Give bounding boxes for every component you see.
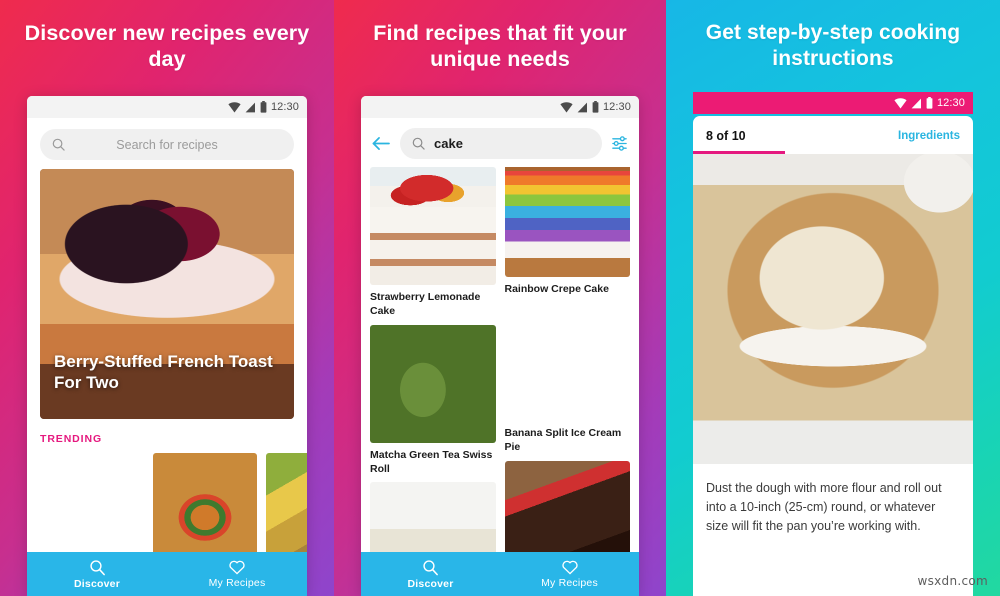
search-icon (89, 559, 105, 575)
signal-icon (577, 102, 587, 112)
nav-label: My Recipes (208, 577, 266, 589)
ingredients-link[interactable]: Ingredients (898, 130, 960, 142)
recipe-image (505, 303, 631, 421)
search-input[interactable]: cake (400, 128, 602, 159)
status-time: 12:30 (602, 101, 631, 113)
search-placeholder: Search for recipes (116, 137, 218, 152)
signal-icon (911, 98, 921, 108)
nav-label: My Recipes (541, 577, 598, 589)
status-time: 12:30 (936, 97, 965, 109)
step-counter: 8 of 10 (706, 129, 746, 143)
search-results-grid: Strawberry Lemonade Cake Matcha Green Te… (361, 167, 639, 552)
step-image (693, 154, 973, 464)
recipe-title: Matcha Green Tea Swiss Roll (370, 448, 493, 475)
nav-item-discover[interactable]: Discover (361, 559, 500, 590)
battery-icon (260, 101, 267, 113)
recipe-image (370, 482, 496, 552)
recipe-title: Rainbow Crepe Cake (504, 283, 609, 295)
panel-headline: Discover new recipes every day (24, 21, 310, 72)
trending-section-label: TRENDING (40, 433, 103, 445)
promo-panel-search: Find recipes that fit your unique needs … (334, 0, 666, 596)
wifi-icon (894, 97, 907, 108)
recipe-card[interactable]: Matcha Green Tea Swiss Roll (370, 324, 496, 477)
phone-mockup-discover: 12:30 Search for recipes Berry-Stuffed F… (27, 96, 307, 596)
bottom-navigation: Discover My Recipes (27, 552, 307, 596)
recipe-title: Strawberry Lemonade Cake (370, 291, 481, 317)
nav-item-discover[interactable]: Discover (27, 559, 167, 590)
recipe-title: Banana Split Ice Cream Pie (504, 426, 622, 453)
signal-icon (245, 102, 255, 112)
recipe-image (504, 460, 630, 552)
promo-panel-discover: Discover new recipes every day 12:30 Sea… (0, 0, 334, 596)
recipe-card[interactable] (504, 460, 630, 552)
step-header: 8 of 10 Ingredients (693, 116, 973, 154)
bottom-navigation: Discover My Recipes (361, 552, 639, 596)
status-bar: 12:30 (27, 96, 307, 118)
wifi-icon (560, 101, 573, 112)
promo-panel-instructions: Get step-by-step cooking instructions 12… (666, 0, 1000, 596)
nav-label: Discover (407, 577, 454, 590)
panel-headline: Find recipes that fit your unique needs (373, 21, 627, 72)
trending-card[interactable] (153, 453, 257, 552)
recipe-image (370, 167, 496, 285)
recipe-card[interactable]: Banana Split Ice Cream Pie (505, 303, 631, 455)
wifi-icon (228, 101, 241, 112)
nav-item-my-recipes[interactable]: My Recipes (167, 559, 307, 589)
status-time: 12:30 (270, 101, 299, 113)
results-columns: Strawberry Lemonade Cake Matcha Green Te… (370, 167, 630, 552)
search-icon (423, 559, 438, 575)
search-icon (412, 137, 425, 150)
recipe-step-card: 8 of 10 Ingredients Dust the dough with … (693, 116, 973, 596)
filter-icon[interactable] (611, 135, 628, 152)
search-icon (52, 138, 65, 151)
search-row: Search for recipes (27, 118, 307, 169)
discover-feed: Berry-Stuffed French Toast For Two TREND… (27, 169, 307, 552)
nav-item-my-recipes[interactable]: My Recipes (500, 559, 639, 589)
status-bar: 12:30 (361, 96, 639, 118)
search-input[interactable]: Search for recipes (40, 129, 294, 160)
back-arrow-icon[interactable] (372, 136, 391, 151)
hero-recipe-card[interactable]: Berry-Stuffed French Toast For Two (40, 169, 294, 419)
results-column-left: Strawberry Lemonade Cake Matcha Green Te… (370, 167, 496, 552)
search-query-value: cake (434, 136, 463, 151)
results-column-right: Rainbow Crepe Cake Banana Split Ice Crea… (504, 167, 631, 552)
battery-icon (592, 101, 599, 113)
search-row: cake (361, 118, 639, 167)
recipe-image (504, 167, 630, 277)
trending-card[interactable] (266, 453, 307, 552)
battery-icon (926, 97, 933, 109)
heart-icon (229, 560, 245, 575)
recipe-card[interactable] (370, 482, 496, 552)
nav-label: Discover (74, 577, 120, 590)
status-bar: 12:30 (693, 92, 973, 114)
panel-headline: Get step-by-step cooking instructions (705, 21, 961, 70)
hero-recipe-title: Berry-Stuffed French Toast For Two (54, 351, 273, 392)
recipe-card[interactable]: Rainbow Crepe Cake (504, 167, 630, 297)
trending-card[interactable] (40, 453, 144, 552)
recipe-card[interactable]: Strawberry Lemonade Cake (370, 167, 496, 319)
step-instruction-text: Dust the dough with more flour and roll … (706, 481, 942, 533)
recipe-image (370, 324, 496, 443)
screenshot-stage: Discover new recipes every day 12:30 Sea… (0, 0, 1000, 596)
watermark: wsxdn.com (917, 574, 988, 588)
heart-icon (561, 560, 578, 575)
trending-row (40, 453, 307, 552)
phone-mockup-search: 12:30 cake Strawberry Lemonade Cake Matc… (361, 96, 639, 596)
